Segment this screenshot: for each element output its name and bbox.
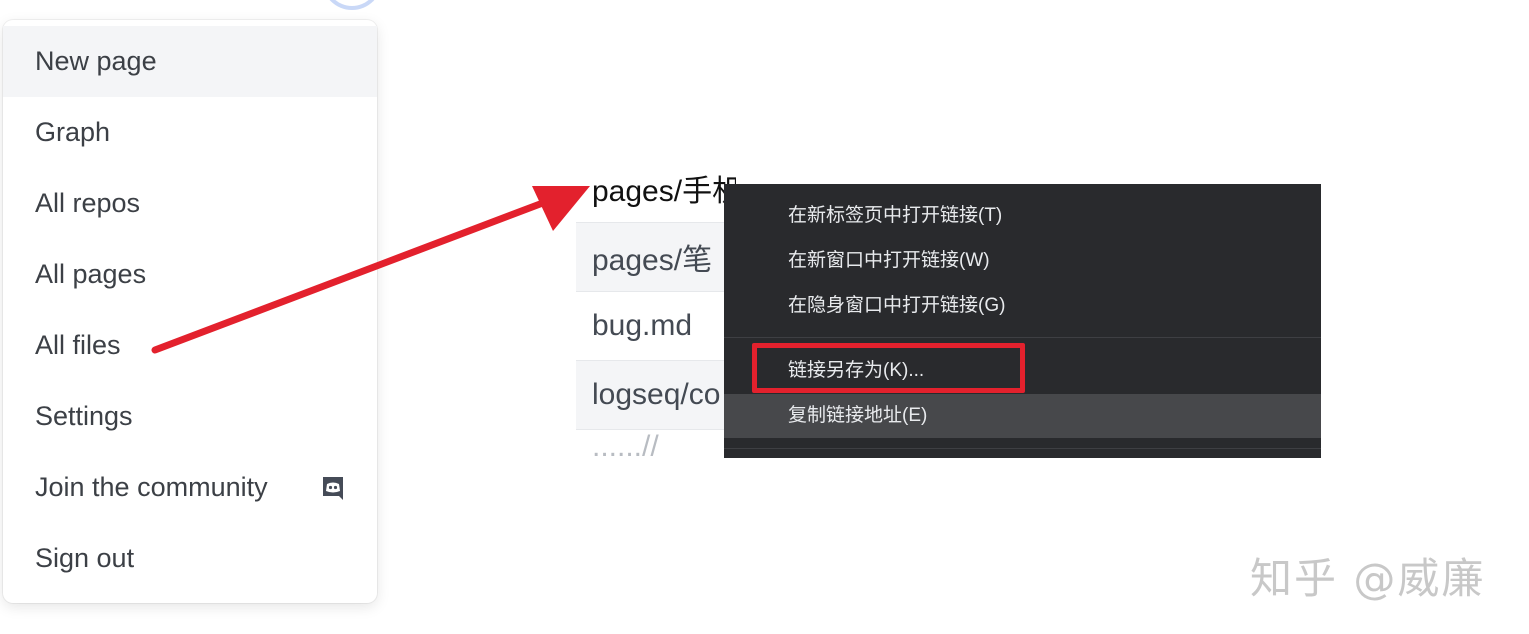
- context-item-open-incognito[interactable]: 在隐身窗口中打开链接(G): [724, 284, 1321, 328]
- context-item-label: 在隐身窗口中打开链接(G): [788, 295, 1006, 316]
- file-row[interactable]: pages/手机浏览器.md: [576, 154, 736, 223]
- discord-icon: [323, 476, 343, 500]
- context-item-label: 复制链接地址(E): [788, 405, 928, 426]
- file-row[interactable]: ......//: [576, 430, 736, 456]
- menu-item-all-files[interactable]: All files: [3, 310, 377, 381]
- context-item-label: 在新标签页中打开链接(T): [788, 205, 1003, 226]
- file-link[interactable]: bug.md: [592, 309, 692, 343]
- file-link[interactable]: logseq/co: [592, 378, 720, 412]
- context-menu: 在新标签页中打开链接(T) 在新窗口中打开链接(W) 在隐身窗口中打开链接(G)…: [724, 184, 1321, 458]
- context-item-copy-link-address[interactable]: 复制链接地址(E): [724, 394, 1321, 438]
- context-item-open-new-window[interactable]: 在新窗口中打开链接(W): [724, 239, 1321, 283]
- file-row[interactable]: bug.md: [576, 292, 736, 361]
- avatar[interactable]: [322, 0, 382, 10]
- menu-item-join-community[interactable]: Join the community: [3, 452, 377, 523]
- menu-item-new-page[interactable]: New page: [3, 26, 377, 97]
- watermark: 知乎 @威廉: [1250, 554, 1486, 603]
- menu-item-label: All files: [35, 330, 121, 360]
- menu-item-label: All repos: [35, 188, 141, 218]
- menu-item-label: New page: [35, 46, 157, 76]
- file-row[interactable]: logseq/co: [576, 361, 736, 430]
- file-row[interactable]: pages/笔: [576, 223, 736, 292]
- context-item-open-new-tab[interactable]: 在新标签页中打开链接(T): [724, 194, 1321, 238]
- account-dropdown-menu: New page Graph All repos All pages All f…: [3, 20, 377, 603]
- menu-item-sign-out[interactable]: Sign out: [3, 523, 377, 594]
- file-link[interactable]: ......//: [592, 430, 659, 456]
- context-menu-divider: [724, 448, 1321, 449]
- file-list: pages/手机浏览器.md pages/笔 bug.md logseq/co …: [576, 154, 736, 456]
- menu-item-settings[interactable]: Settings: [3, 381, 377, 452]
- menu-item-label: All pages: [35, 259, 147, 289]
- menu-item-all-repos[interactable]: All repos: [3, 168, 377, 239]
- menu-item-label: Graph: [35, 117, 111, 147]
- annotation-highlight-box: [752, 343, 1025, 393]
- menu-item-graph[interactable]: Graph: [3, 97, 377, 168]
- file-link[interactable]: pages/手机浏览器.md: [592, 166, 736, 210]
- context-item-label: 在新窗口中打开链接(W): [788, 250, 990, 271]
- menu-item-label: Join the community: [35, 472, 268, 502]
- menu-item-all-pages[interactable]: All pages: [3, 239, 377, 310]
- file-link[interactable]: pages/笔: [592, 235, 712, 279]
- context-menu-divider: [724, 337, 1321, 338]
- menu-item-label: Sign out: [35, 543, 135, 573]
- menu-item-label: Settings: [35, 401, 133, 431]
